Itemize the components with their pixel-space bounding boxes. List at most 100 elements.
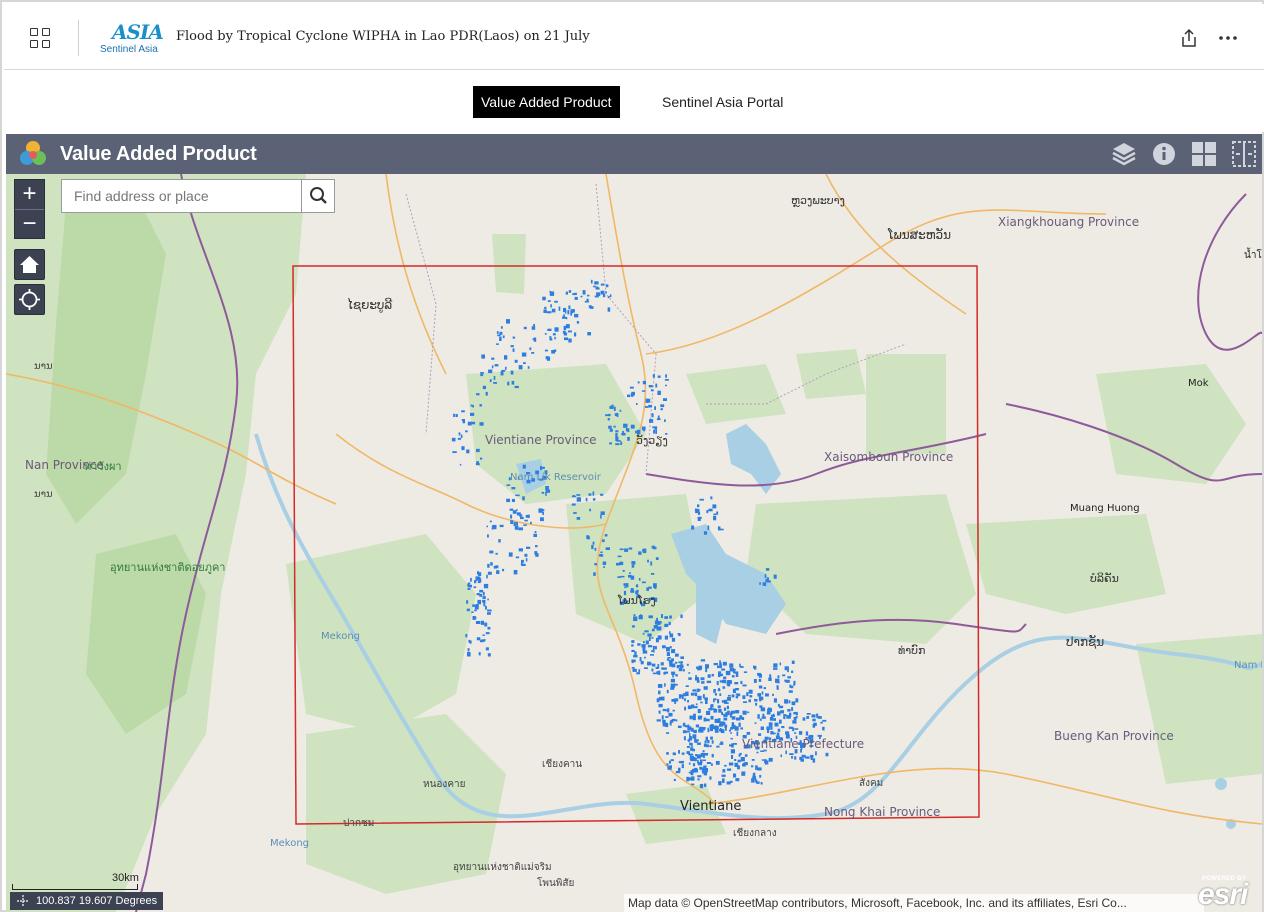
flood-patch bbox=[665, 384, 667, 387]
flood-patch bbox=[475, 604, 479, 608]
flood-patch bbox=[466, 600, 469, 604]
flood-patch bbox=[729, 663, 734, 668]
flood-patch bbox=[710, 715, 714, 720]
svg-text:ໂພນສະຫວັນ: ໂພນສະຫວັນ bbox=[887, 228, 951, 242]
flood-patch bbox=[703, 765, 707, 768]
flood-patch bbox=[470, 404, 473, 407]
flood-patch bbox=[691, 727, 694, 732]
flood-patch bbox=[769, 716, 774, 721]
flood-patch bbox=[764, 574, 767, 578]
flood-patch bbox=[761, 716, 766, 719]
flood-patch bbox=[731, 724, 736, 729]
flood-patch bbox=[791, 755, 793, 759]
flood-patch bbox=[722, 769, 726, 773]
search-button[interactable] bbox=[301, 180, 334, 212]
flood-patch bbox=[479, 589, 484, 593]
flood-patch bbox=[642, 650, 648, 654]
zoom-in-button[interactable]: + bbox=[15, 180, 44, 209]
app-launcher-icon[interactable] bbox=[30, 28, 52, 50]
flood-patch bbox=[576, 497, 581, 502]
flood-patch bbox=[688, 762, 691, 765]
label-bueng-kan: Bueng Kan Province bbox=[1054, 729, 1174, 743]
more-options-icon[interactable] bbox=[1218, 28, 1238, 48]
flood-patch bbox=[533, 324, 535, 327]
map-canvas[interactable]: Xiangkhouang Province Vientiane Province… bbox=[6, 174, 1262, 912]
flood-patch bbox=[485, 605, 487, 610]
flood-patch bbox=[791, 701, 796, 706]
logo-mark: ASIA bbox=[112, 20, 164, 44]
flood-patch bbox=[630, 424, 635, 429]
flood-patch bbox=[567, 330, 572, 333]
flood-patch bbox=[678, 667, 683, 672]
flood-patch bbox=[666, 652, 670, 656]
flood-patch bbox=[534, 531, 537, 534]
flood-patch bbox=[642, 646, 646, 651]
flood-patch bbox=[746, 732, 751, 735]
flood-patch bbox=[733, 743, 737, 745]
map-attribution[interactable]: Map data © OpenStreetMap contributors, M… bbox=[624, 894, 1204, 912]
flood-patch bbox=[722, 686, 726, 689]
flood-patch bbox=[465, 430, 468, 433]
locate-button[interactable] bbox=[14, 284, 45, 315]
coordinate-readout[interactable]: 100.837 19.607 Degrees bbox=[10, 892, 164, 910]
flood-patch bbox=[760, 707, 766, 712]
flood-patch bbox=[621, 432, 626, 436]
flood-patch bbox=[479, 593, 483, 597]
flood-patch bbox=[524, 519, 528, 522]
flood-patch bbox=[479, 422, 484, 426]
flood-patch bbox=[708, 508, 713, 512]
flood-patch bbox=[730, 737, 733, 740]
flood-patch bbox=[709, 776, 712, 780]
flood-patch bbox=[625, 428, 628, 432]
layers-icon[interactable] bbox=[1104, 134, 1144, 174]
flood-patch bbox=[718, 781, 722, 786]
flood-patch bbox=[711, 763, 713, 766]
flood-patch bbox=[474, 609, 477, 612]
flood-patch bbox=[703, 768, 708, 773]
flood-patch bbox=[642, 380, 646, 385]
flood-patch bbox=[762, 582, 767, 586]
flood-patch bbox=[785, 750, 787, 755]
label-nam-k: Nam K bbox=[1234, 660, 1262, 671]
flood-patch bbox=[759, 774, 762, 778]
flood-patch bbox=[540, 517, 544, 522]
flood-patch bbox=[777, 728, 781, 732]
flood-patch bbox=[590, 306, 594, 309]
flood-patch bbox=[660, 404, 665, 408]
flood-patch bbox=[542, 296, 546, 301]
flood-patch bbox=[684, 706, 687, 711]
flood-patch bbox=[493, 565, 497, 569]
flood-patch bbox=[546, 356, 551, 361]
flood-patch bbox=[717, 705, 721, 709]
app-logo-icon bbox=[18, 139, 48, 169]
flood-patch bbox=[689, 733, 691, 737]
flood-patch bbox=[759, 698, 762, 702]
flood-patch bbox=[519, 514, 523, 517]
flood-patch bbox=[711, 673, 714, 677]
share-icon[interactable] bbox=[1180, 28, 1198, 48]
flood-patch bbox=[511, 487, 516, 490]
zoom-out-button[interactable]: − bbox=[15, 210, 44, 239]
flood-patch bbox=[531, 352, 535, 354]
flood-patch bbox=[719, 673, 723, 677]
flood-patch bbox=[726, 705, 729, 710]
map-header: Value Added Product bbox=[6, 134, 1262, 174]
basemap-gallery-icon[interactable] bbox=[1184, 134, 1224, 174]
tab-sentinel-asia-portal[interactable]: Sentinel Asia Portal bbox=[654, 86, 791, 118]
flood-patch bbox=[480, 373, 484, 377]
home-button[interactable] bbox=[14, 249, 45, 280]
search-input[interactable] bbox=[62, 180, 301, 212]
flood-patch bbox=[485, 391, 488, 396]
flood-patch bbox=[638, 578, 641, 581]
info-icon[interactable] bbox=[1144, 134, 1184, 174]
tab-value-added-product[interactable]: Value Added Product bbox=[473, 86, 620, 118]
flood-patch bbox=[563, 332, 568, 336]
flood-patch bbox=[549, 338, 553, 341]
flood-patch bbox=[487, 653, 491, 657]
split-view-icon[interactable] bbox=[1224, 134, 1262, 174]
flood-patch bbox=[475, 621, 481, 624]
svg-text:ໄຊຍະບູລີ: ໄຊຍະບູລີ bbox=[347, 297, 392, 313]
flood-patch bbox=[661, 715, 664, 720]
flood-patch bbox=[647, 559, 649, 563]
flood-patch bbox=[723, 717, 728, 721]
